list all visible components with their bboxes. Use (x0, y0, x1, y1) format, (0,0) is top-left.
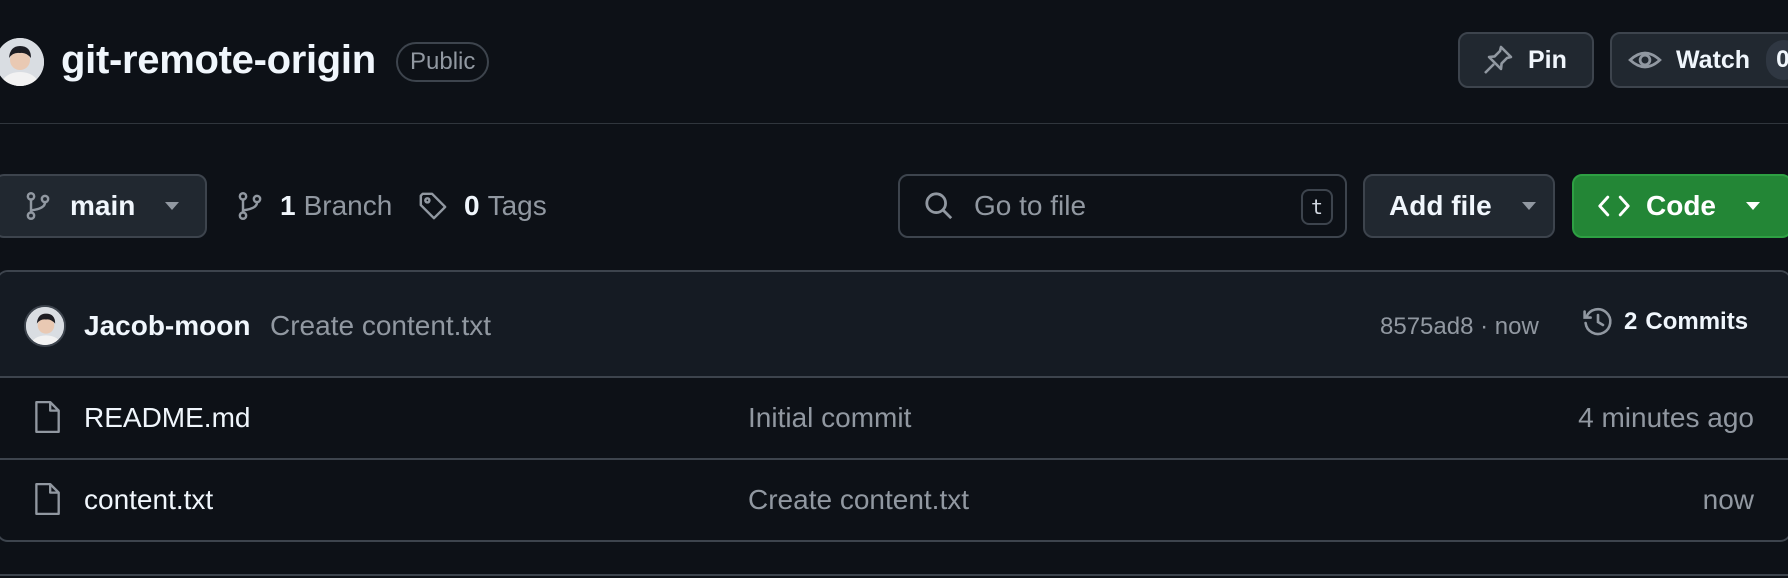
watch-label: Watch (1676, 45, 1751, 74)
watch-count: 0 (1766, 40, 1788, 80)
file-table: Jacob-moon Create content.txt 8575ad8 · … (0, 270, 1788, 542)
branch-name: main (70, 190, 136, 221)
branch-count: 1 (280, 190, 296, 221)
file-icon (32, 400, 62, 434)
file-commit-time: now (1702, 484, 1754, 515)
latest-commit-row: Jacob-moon Create content.txt 8575ad8 · … (0, 272, 1788, 378)
tag-icon (418, 191, 448, 221)
commit-author[interactable]: Jacob-moon (84, 310, 250, 342)
code-label: Code (1646, 190, 1716, 221)
chevron-down-icon (1746, 202, 1760, 210)
tag-count: 0 (464, 190, 480, 221)
pin-icon (1482, 44, 1514, 76)
add-file-label: Add file (1389, 190, 1492, 221)
pin-button[interactable]: Pin (1458, 32, 1594, 88)
chevron-down-icon (165, 202, 180, 210)
tag-count-label: Tags (487, 190, 547, 221)
add-file-button[interactable]: Add file (1363, 174, 1555, 238)
search-input[interactable] (974, 190, 1274, 222)
file-name[interactable]: content.txt (84, 484, 213, 516)
visibility-badge: Public (396, 42, 490, 82)
chevron-down-icon (1521, 202, 1536, 210)
branches-link[interactable]: 1 Branch (236, 190, 392, 222)
branch-icon (236, 191, 264, 221)
table-row[interactable]: content.txt Create content.txt now (0, 460, 1788, 540)
commits-label: Commits (1645, 308, 1749, 335)
file-icon (32, 482, 62, 516)
branch-count-label: Branch (303, 190, 393, 221)
pin-label: Pin (1528, 45, 1567, 74)
code-button[interactable]: Code (1572, 174, 1788, 238)
table-row[interactable]: README.md Initial commit 4 minutes ago (0, 378, 1788, 460)
file-commit-message[interactable]: Create content.txt (748, 484, 969, 516)
file-commit-time: 4 minutes ago (1578, 402, 1754, 433)
history-icon (1582, 306, 1614, 338)
commits-link[interactable]: 2 Commits (1582, 306, 1748, 338)
repo-name[interactable]: git-remote-origin (61, 38, 376, 83)
eye-icon (1628, 43, 1662, 77)
branch-icon (24, 191, 52, 221)
file-commit-message[interactable]: Initial commit (748, 402, 911, 434)
author-avatar[interactable] (24, 305, 66, 347)
shortcut-key: t (1301, 189, 1333, 225)
divider (0, 574, 1788, 576)
commits-count: 2 (1624, 308, 1638, 335)
branch-selector[interactable]: main (0, 174, 207, 238)
code-icon (1598, 193, 1630, 219)
file-name[interactable]: README.md (84, 402, 250, 434)
tags-link[interactable]: 0 Tags (418, 190, 547, 222)
commit-message[interactable]: Create content.txt (270, 310, 491, 342)
commit-hash-time[interactable]: 8575ad8 · now (1380, 313, 1539, 341)
search-icon (924, 191, 954, 221)
watch-button[interactable]: Watch 0 (1610, 32, 1788, 88)
go-to-file-search[interactable]: t (898, 174, 1347, 238)
